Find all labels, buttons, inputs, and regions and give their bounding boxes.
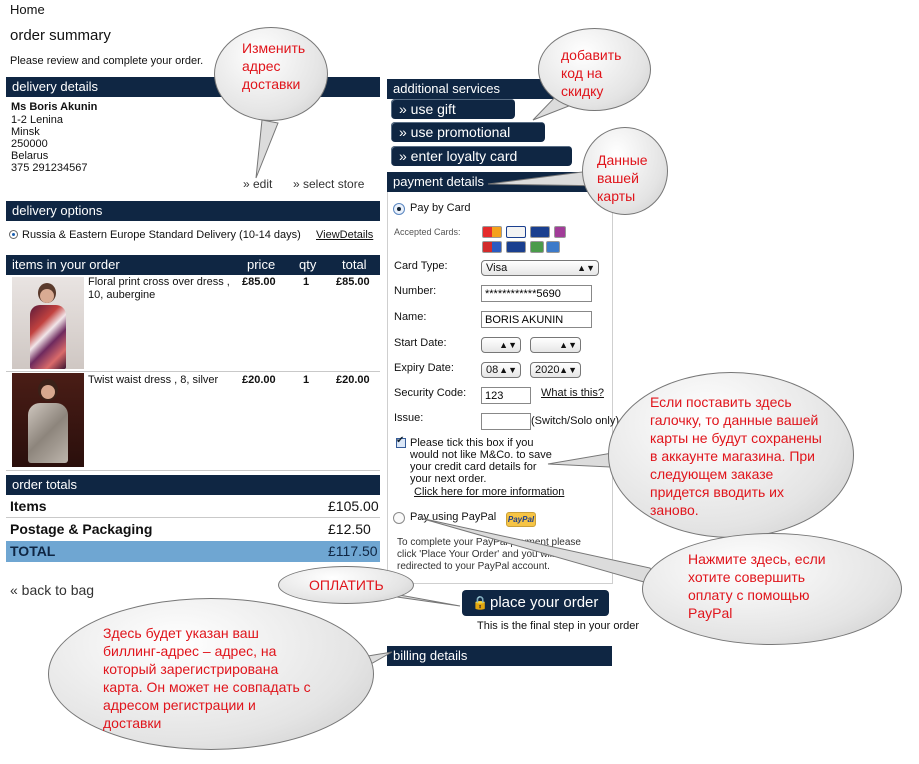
callout-pointer [419,517,659,587]
callout-line: хотите совершить [688,569,806,585]
callout-line: доставки [103,715,162,731]
callout-paypal-info: Нажмите здесь, если хотите совершить опл… [642,533,902,645]
callout-line: карта. Он может не совпадать с [103,679,311,695]
callout-line: Данные [597,152,648,168]
callout-card-data: Данные вашей карты [582,127,668,215]
callout-line: PayPal [688,605,733,621]
callout-line: заново. [650,502,699,518]
callout-discount: добавить код на скидку [538,28,651,111]
callout-line: следующем заказе [650,466,774,482]
callout-text: Если поставить здесь галочку, то данные … [650,393,822,519]
callout-line: добавить [561,47,622,63]
callout-line: карты не будут сохранены [650,430,822,446]
callout-line: придется вводить их [650,484,785,500]
callout-text: Изменить адрес доставки [242,39,305,93]
callout-billing-info: Здесь будет указан ваш биллинг-адрес – а… [48,598,374,750]
callout-text: Здесь будет указан ваш биллинг-адрес – а… [103,624,311,732]
callout-pointer [255,119,279,179]
callout-line: адрес [242,58,281,74]
callout-pay: ОПЛАТИТЬ [278,566,414,604]
callout-line: Изменить [242,40,306,56]
callout-line: в аккаунте магазина. При [650,448,816,464]
callout-line: биллинг-адрес – адрес, на [103,643,277,659]
callout-line: Здесь будет указан ваш [103,625,259,641]
callout-line: вашей [597,170,639,186]
callout-line: оплату с помощью [688,587,810,603]
callout-line: Если поставить здесь [650,394,792,410]
callout-text: Нажмите здесь, если хотите совершить опл… [688,550,826,622]
callout-change-address: Изменить адрес доставки [214,27,328,121]
callout-line: доставки [242,76,301,92]
callout-line: карты [597,188,636,204]
callout-line: код на [561,65,603,81]
callout-text: Данные вашей карты [597,151,648,205]
callout-text: добавить код на скидку [561,46,621,100]
callout-line: скидку [561,83,604,99]
callout-line: Нажмите здесь, если [688,551,826,567]
callout-line: адресом регистрации и [103,697,256,713]
callout-tick-info: Если поставить здесь галочку, то данные … [608,372,854,538]
callout-line: который зарегистрирована [103,661,279,677]
callout-line: галочку, то данные вашей [650,412,819,428]
callout-text: ОПЛАТИТЬ [309,577,384,593]
